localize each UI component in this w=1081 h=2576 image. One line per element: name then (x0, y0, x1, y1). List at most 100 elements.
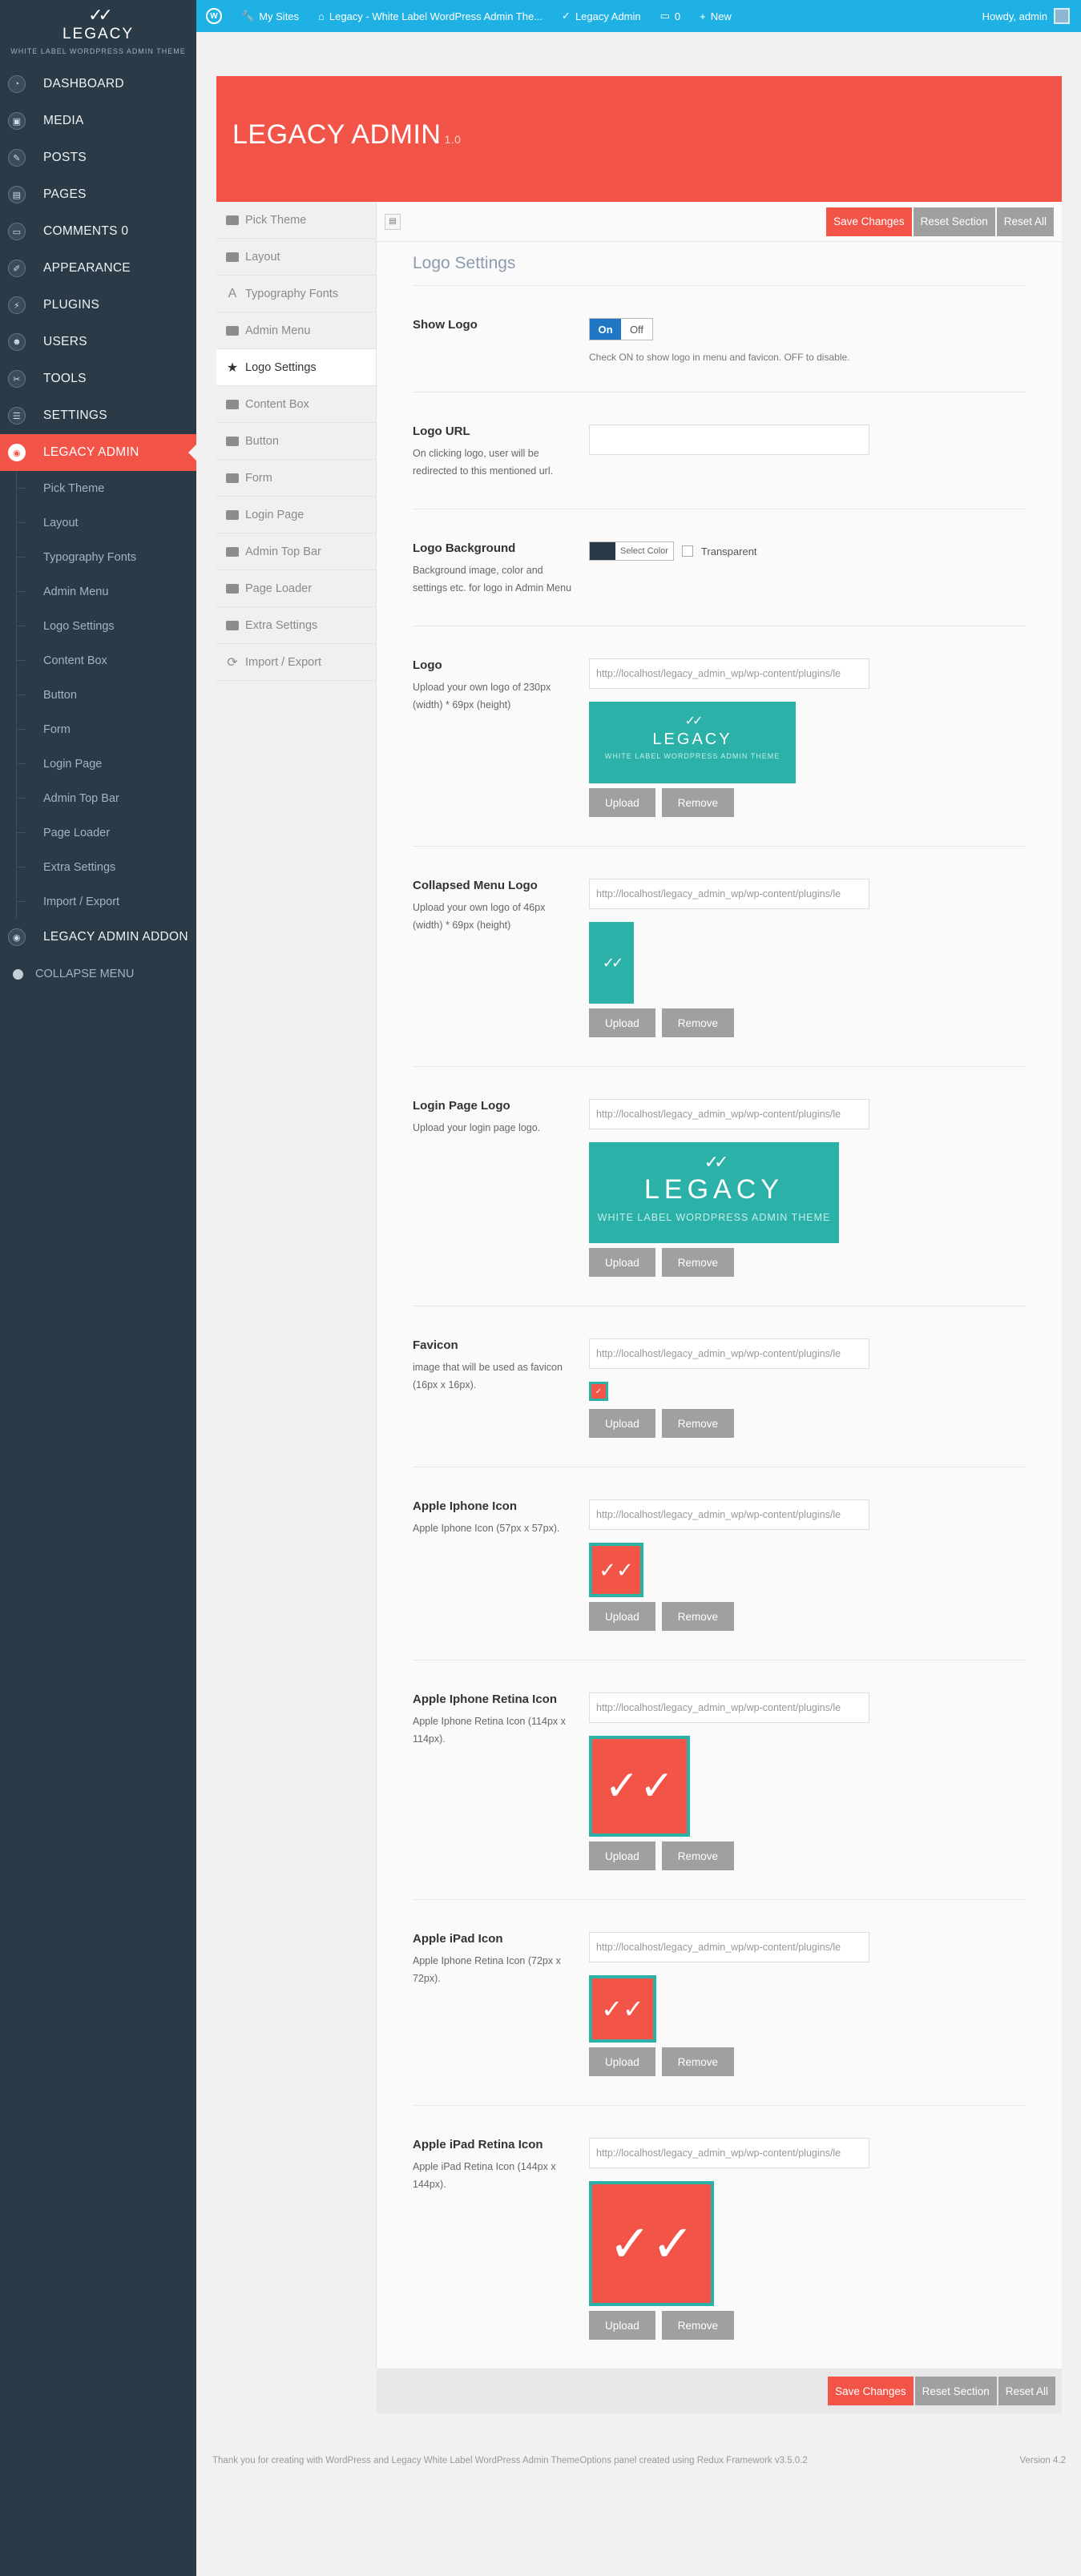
sidebar-item-label: USERS (43, 335, 87, 348)
logo-url-input[interactable] (589, 425, 869, 455)
submenu-layout[interactable]: Layout (0, 505, 196, 540)
upload-button[interactable]: Upload (589, 2311, 655, 2340)
remove-button[interactable]: Remove (661, 1841, 735, 1870)
legacy-link[interactable]: Legacy White Label WordPress Admin Theme (392, 2456, 580, 2465)
sidebar-item-label: TOOLS (43, 372, 87, 385)
tab-form[interactable]: Form (216, 460, 376, 497)
account-menu[interactable]: Howdy, admin (982, 8, 1081, 24)
reset-all-button-bottom[interactable]: Reset All (998, 2377, 1055, 2405)
transparent-checkbox[interactable] (681, 545, 693, 557)
sidebar-item-settings[interactable]: ☰ SETTINGS (0, 397, 196, 434)
upload-button[interactable]: Upload (589, 1008, 655, 1037)
tab-typography-fonts[interactable]: A Typography Fonts (216, 276, 376, 312)
sidebar-item-media[interactable]: ▣ MEDIA (0, 103, 196, 139)
tab-login-page[interactable]: Login Page (216, 497, 376, 533)
favicon-url-field[interactable] (589, 1338, 869, 1369)
switch-on[interactable]: On (590, 319, 621, 340)
remove-button[interactable]: Remove (661, 1008, 735, 1037)
tab-extra-settings[interactable]: Extra Settings (216, 607, 376, 644)
reset-all-button[interactable]: Reset All (996, 207, 1054, 236)
remove-button[interactable]: Remove (661, 788, 735, 817)
logo-url-field[interactable] (589, 658, 869, 689)
reset-section-button-bottom[interactable]: Reset Section (914, 2377, 997, 2405)
submenu-admin-menu[interactable]: Admin Menu (0, 574, 196, 609)
submenu-pick-theme[interactable]: Pick Theme (0, 471, 196, 505)
sidebar-item-label: POSTS (43, 151, 87, 164)
upload-button[interactable]: Upload (589, 1841, 655, 1870)
upload-button[interactable]: Upload (589, 1248, 655, 1277)
comments-count: 0 (674, 10, 681, 22)
submenu-typography-fonts[interactable]: Typography Fonts (0, 540, 196, 574)
check-icon: ✓✓ (601, 1994, 644, 2023)
remove-button[interactable]: Remove (661, 2311, 735, 2340)
save-changes-button-bottom[interactable]: Save Changes (828, 2377, 914, 2405)
show-logo-switch[interactable]: On Off (589, 318, 653, 340)
login-logo-url-field[interactable] (589, 1099, 869, 1129)
sidebar-item-posts[interactable]: ✎ POSTS (0, 139, 196, 176)
tab-admin-top-bar[interactable]: Admin Top Bar (216, 533, 376, 570)
sidebar-item-legacy-admin[interactable]: ◉ LEGACY ADMIN (0, 434, 196, 471)
collapse-menu-button[interactable]: COLLAPSE MENU (0, 956, 196, 992)
submenu-admin-top-bar[interactable]: Admin Top Bar (0, 781, 196, 815)
legacy-admin-bar-link[interactable]: ✓ Legacy Admin (552, 0, 651, 32)
ipad-retina-url-field[interactable] (589, 2138, 869, 2168)
tab-admin-menu[interactable]: Admin Menu (216, 312, 376, 349)
upload-button[interactable]: Upload (589, 2047, 655, 2076)
new-content-menu[interactable]: + New (690, 0, 741, 32)
remove-button[interactable]: Remove (661, 2047, 735, 2076)
tab-layout[interactable]: Layout (216, 239, 376, 276)
wordpress-link[interactable]: WordPress (325, 2456, 371, 2465)
my-sites-menu[interactable]: 🔧 My Sites (232, 0, 309, 32)
iphone-retina-url-field[interactable] (589, 1693, 869, 1723)
upload-button[interactable]: Upload (589, 788, 655, 817)
site-name-menu[interactable]: ⌂ Legacy - White Label WordPress Admin Th… (309, 0, 552, 32)
iphone-icon-preview: ✓✓ (589, 1543, 643, 1597)
logo-preview-tagline: WHITE LABEL WORDPRESS ADMIN THEME (604, 752, 780, 760)
tab-logo-settings[interactable]: ★ Logo Settings (216, 349, 376, 386)
expand-options-icon[interactable]: ▤ (385, 213, 401, 230)
submenu-button[interactable]: Button (0, 678, 196, 712)
remove-button[interactable]: Remove (661, 1602, 735, 1631)
upload-button[interactable]: Upload (589, 1409, 655, 1438)
sidebar-item-label: PAGES (43, 187, 87, 201)
switch-off[interactable]: Off (621, 319, 652, 340)
sidebar-item-plugins[interactable]: ⚡ PLUGINS (0, 287, 196, 324)
redux-link[interactable]: Redux Framework (697, 2456, 772, 2465)
wordpress-logo-button[interactable]: W (196, 0, 232, 32)
section-title: Logo Settings (413, 242, 1026, 286)
tab-button[interactable]: Button (216, 423, 376, 460)
tab-content-box[interactable]: Content Box (216, 386, 376, 423)
sidebar-item-tools[interactable]: ✂ TOOLS (0, 360, 196, 397)
users-icon: ☻ (8, 333, 26, 351)
ipad-icon-url-field[interactable] (589, 1932, 869, 1962)
tab-page-loader[interactable]: Page Loader (216, 570, 376, 607)
sidebar-item-pages[interactable]: ▤ PAGES (0, 176, 196, 213)
sidebar-item-appearance[interactable]: ✐ APPEARANCE (0, 250, 196, 287)
sidebar-item-comments[interactable]: ▭ COMMENTS 0 (0, 213, 196, 250)
collapsed-logo-preview: ✓✓ (589, 922, 634, 1004)
submenu-page-loader[interactable]: Page Loader (0, 815, 196, 850)
brand-name: LEGACY (62, 26, 135, 42)
submenu-login-page[interactable]: Login Page (0, 747, 196, 781)
color-picker-button[interactable]: Select Color (589, 541, 674, 561)
remove-button[interactable]: Remove (661, 1248, 735, 1277)
submenu-logo-settings[interactable]: Logo Settings (0, 609, 196, 643)
tab-import-export[interactable]: ⟳ Import / Export (216, 644, 376, 681)
sidebar-item-users[interactable]: ☻ USERS (0, 324, 196, 360)
collapsed-logo-url-field[interactable] (589, 879, 869, 909)
avatar (1054, 8, 1070, 24)
submenu-content-box[interactable]: Content Box (0, 643, 196, 678)
sidebar-item-dashboard[interactable]: ◔ DASHBOARD (0, 66, 196, 103)
submenu-extra-settings[interactable]: Extra Settings (0, 850, 196, 884)
save-changes-button[interactable]: Save Changes (826, 207, 912, 236)
iphone-icon-url-field[interactable] (589, 1499, 869, 1530)
sidebar-brand[interactable]: ✓✓ LEGACY WHITE LABEL WORDPRESS ADMIN TH… (0, 0, 196, 66)
submenu-form[interactable]: Form (0, 712, 196, 747)
comments-bar-link[interactable]: ▭ 0 (651, 0, 691, 32)
tab-pick-theme[interactable]: Pick Theme (216, 202, 376, 239)
reset-section-button[interactable]: Reset Section (913, 207, 995, 236)
submenu-import-export[interactable]: Import / Export (0, 884, 196, 919)
remove-button[interactable]: Remove (661, 1409, 735, 1438)
upload-button[interactable]: Upload (589, 1602, 655, 1631)
sidebar-item-legacy-admin-addon[interactable]: ◉ LEGACY ADMIN ADDON (0, 919, 196, 956)
